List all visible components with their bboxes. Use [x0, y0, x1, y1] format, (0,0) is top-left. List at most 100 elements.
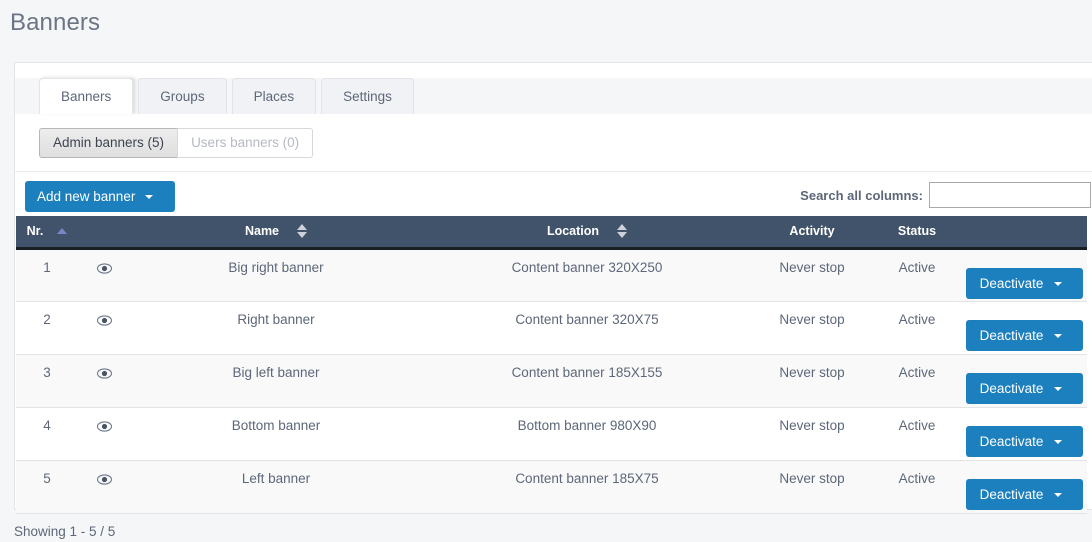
eye-icon[interactable]: [96, 367, 112, 379]
cell-location: Content banner 320X75: [422, 301, 752, 355]
column-header-status[interactable]: Status: [872, 216, 962, 250]
cell-name: Big left banner: [130, 354, 422, 408]
deactivate-button[interactable]: Deactivate: [965, 478, 1084, 510]
cell-status: Active: [872, 407, 962, 461]
column-header-status-label: Status: [897, 224, 937, 239]
column-header-nr[interactable]: Nr.: [16, 216, 78, 250]
cell-actions: Deactivate: [962, 354, 1087, 408]
add-new-banner-button[interactable]: Add new banner: [25, 181, 176, 212]
tab-groups-label: Groups: [160, 89, 205, 104]
cell-location: Content banner 185X155: [422, 354, 752, 408]
eye-icon[interactable]: [96, 420, 112, 432]
table-row: 3 Big left banner Content banner 185X155…: [16, 354, 1087, 408]
chevron-down-icon: [1054, 439, 1063, 444]
subtab-users-banners[interactable]: Users banners (0): [177, 128, 314, 158]
cell-actions: Deactivate: [962, 460, 1087, 514]
page-title: Banners: [10, 9, 101, 36]
cell-location: Bottom banner 980X90: [422, 407, 752, 461]
cell-preview: [78, 354, 130, 408]
search-label: Search all columns:: [800, 187, 923, 203]
deactivate-button-label: Deactivate: [979, 433, 1044, 449]
cell-actions: Deactivate: [962, 407, 1087, 461]
cell-name: Bottom banner: [130, 407, 422, 461]
eye-icon[interactable]: [96, 314, 112, 326]
cell-actions: Deactivate: [962, 301, 1087, 355]
cell-activity: Never stop: [752, 354, 872, 408]
sort-both-icon: [617, 223, 628, 238]
tab-banners[interactable]: Banners: [39, 78, 134, 114]
deactivate-button[interactable]: Deactivate: [965, 319, 1084, 351]
search-input[interactable]: [929, 182, 1091, 208]
deactivate-button-label: Deactivate: [979, 486, 1044, 502]
column-header-activity[interactable]: Activity: [752, 216, 872, 250]
eye-icon[interactable]: [96, 473, 112, 485]
cell-status: Active: [872, 354, 962, 408]
deactivate-dropdown-toggle[interactable]: [1043, 373, 1073, 404]
sort-both-icon: [297, 223, 308, 238]
subtab-admin-banners-label: Admin banners (5): [53, 135, 165, 150]
deactivate-dropdown-toggle[interactable]: [1043, 479, 1073, 510]
banners-table: Nr. Name Location Activity Status 1 Big …: [16, 216, 1087, 514]
tab-banners-label: Banners: [61, 89, 112, 104]
deactivate-button-label: Deactivate: [979, 327, 1044, 343]
cell-actions: Deactivate: [962, 248, 1087, 302]
chevron-down-icon: [1054, 386, 1063, 391]
tab-places[interactable]: Places: [231, 78, 317, 114]
cell-activity: Never stop: [752, 248, 872, 302]
column-header-location[interactable]: Location: [422, 216, 752, 250]
deactivate-button[interactable]: Deactivate: [965, 425, 1084, 457]
chevron-down-icon: [1054, 281, 1063, 286]
cell-name: Big right banner: [130, 248, 422, 302]
column-header-location-label: Location: [546, 223, 600, 238]
toolbar: Add new banner Search all columns:: [15, 172, 1092, 216]
subtab-admin-banners[interactable]: Admin banners (5): [39, 128, 179, 158]
table-body: 1 Big right banner Content banner 320X25…: [16, 248, 1087, 514]
chevron-down-icon: [1054, 333, 1063, 338]
cell-preview: [78, 301, 130, 355]
table-row: 5 Left banner Content banner 185X75 Neve…: [16, 460, 1087, 514]
showing-info: Showing 1 - 5 / 5: [14, 524, 116, 539]
deactivate-button-label: Deactivate: [979, 380, 1044, 396]
cell-name: Left banner: [130, 460, 422, 514]
cell-location: Content banner 185X75: [422, 460, 752, 514]
deactivate-dropdown-toggle[interactable]: [1043, 320, 1073, 351]
column-header-name[interactable]: Name: [130, 216, 422, 250]
cell-activity: Never stop: [752, 301, 872, 355]
cell-name: Right banner: [130, 301, 422, 355]
deactivate-dropdown-toggle[interactable]: [1043, 426, 1073, 457]
cell-status: Active: [872, 248, 962, 302]
main-panel: Banners Groups Places Settings Admin ban…: [14, 62, 1092, 514]
cell-preview: [78, 248, 130, 302]
cell-status: Active: [872, 301, 962, 355]
column-header-nr-label: Nr.: [26, 224, 44, 239]
cell-status: Active: [872, 460, 962, 514]
cell-preview: [78, 460, 130, 514]
deactivate-button[interactable]: Deactivate: [965, 372, 1084, 404]
chevron-down-icon: [1054, 492, 1063, 497]
cell-nr: 3: [16, 354, 78, 408]
add-new-banner-dropdown-toggle[interactable]: [135, 181, 163, 212]
cell-nr: 1: [16, 248, 78, 302]
cell-preview: [78, 407, 130, 461]
cell-nr: 4: [16, 407, 78, 461]
eye-icon[interactable]: [96, 262, 112, 274]
cell-activity: Never stop: [752, 407, 872, 461]
table-row: 1 Big right banner Content banner 320X25…: [16, 248, 1087, 302]
column-header-activity-label: Activity: [789, 224, 835, 239]
sort-ascending-icon: [57, 227, 68, 234]
table-row: 4 Bottom banner Bottom banner 980X90 Nev…: [16, 407, 1087, 461]
tab-bar: Banners Groups Places Settings: [15, 78, 1092, 114]
tab-settings[interactable]: Settings: [321, 78, 414, 114]
table-row: 2 Right banner Content banner 320X75 Nev…: [16, 301, 1087, 355]
deactivate-button[interactable]: Deactivate: [965, 267, 1084, 299]
tab-settings-label: Settings: [343, 89, 392, 104]
column-header-actions: [962, 216, 1087, 250]
deactivate-dropdown-toggle[interactable]: [1043, 268, 1073, 299]
tab-groups[interactable]: Groups: [138, 78, 227, 114]
deactivate-button-label: Deactivate: [979, 275, 1044, 291]
search-container: Search all columns:: [800, 182, 1091, 208]
cell-nr: 2: [16, 301, 78, 355]
cell-activity: Never stop: [752, 460, 872, 514]
chevron-down-icon: [145, 195, 154, 200]
add-new-banner-label: Add new banner: [37, 189, 136, 204]
